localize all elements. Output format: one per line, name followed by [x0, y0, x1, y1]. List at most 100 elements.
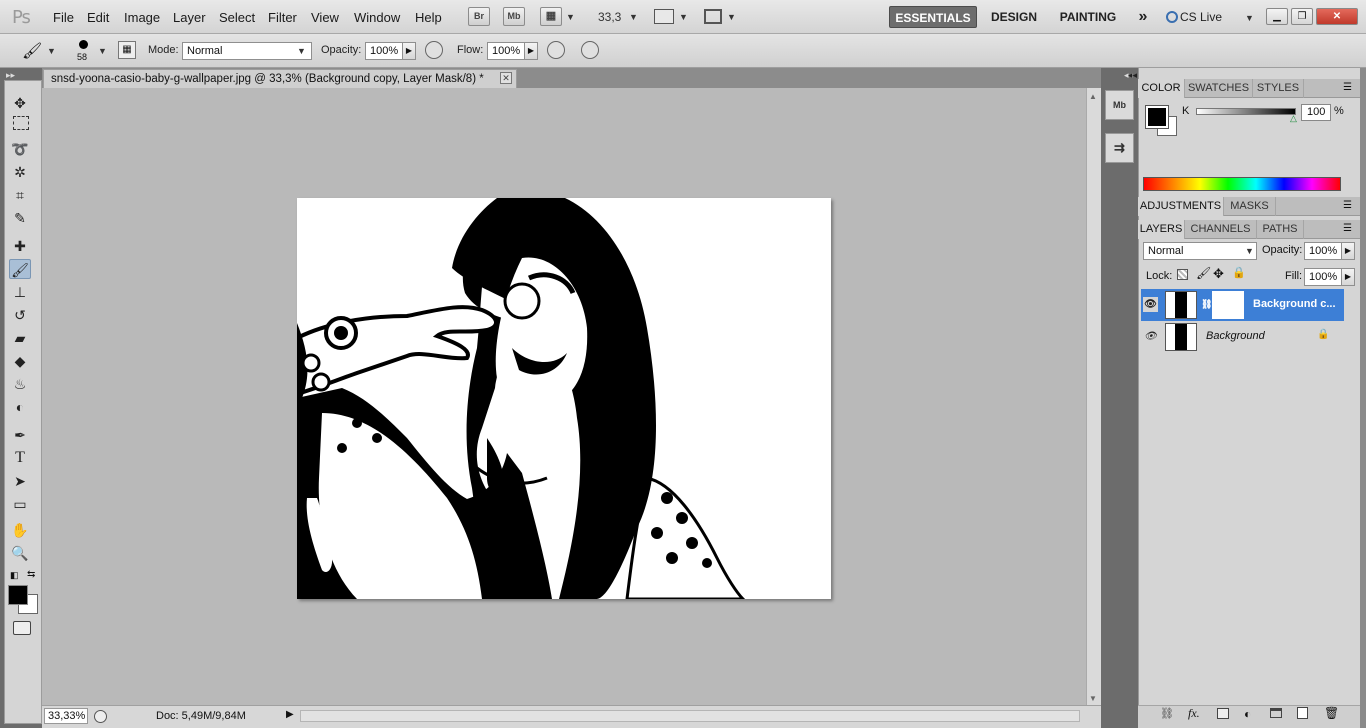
workspace-design-button[interactable]: DESIGN — [985, 6, 1043, 28]
tab-swatches[interactable]: SWATCHES — [1185, 79, 1253, 98]
tablet-pressure-size-icon[interactable] — [581, 41, 599, 59]
zoom-tool-icon[interactable]: 🔍 — [9, 543, 31, 563]
menu-select[interactable]: Select — [219, 10, 255, 25]
status-menu-arrow-icon[interactable]: ▶ — [286, 709, 294, 720]
menu-file[interactable]: File — [53, 10, 74, 25]
flow-slider-button[interactable]: ▶ — [524, 42, 538, 60]
lock-position-icon[interactable]: ✥ — [1213, 266, 1224, 282]
brush-panel-toggle-icon[interactable]: ▦ — [118, 41, 136, 59]
layer-mask-thumbnail[interactable] — [1212, 291, 1244, 319]
eraser-tool-icon[interactable]: ▰ — [9, 328, 31, 348]
chevron-down-icon[interactable]: ▼ — [629, 12, 638, 22]
vertical-scrollbar[interactable] — [1086, 88, 1101, 705]
hand-tool-icon[interactable]: ✋ — [9, 520, 31, 540]
chevron-down-icon[interactable]: ▼ — [1245, 13, 1254, 23]
brush-tool-preset-icon[interactable]: 🖌 — [22, 41, 42, 61]
blend-mode-select[interactable]: Normal — [1143, 242, 1257, 260]
fill-slider-button[interactable]: ▶ — [1341, 268, 1355, 286]
menu-window[interactable]: Window — [354, 10, 400, 25]
crop-tool-icon[interactable]: ⌗ — [9, 185, 31, 205]
pen-tool-icon[interactable]: ✒ — [9, 425, 31, 445]
scroll-up-icon[interactable]: ▲ — [1089, 92, 1097, 101]
flow-input[interactable]: 100% — [487, 42, 525, 60]
mask-link-icon[interactable]: ⛓ — [1201, 299, 1212, 310]
new-layer-icon[interactable] — [1297, 707, 1308, 719]
type-tool-icon[interactable]: T — [9, 448, 31, 468]
chevron-down-icon[interactable]: ▼ — [566, 12, 575, 22]
collapse-icons-icon[interactable]: ◂◂ — [1128, 70, 1137, 81]
healing-brush-tool-icon[interactable]: ✚ — [9, 236, 31, 256]
layer-opacity-slider-button[interactable]: ▶ — [1341, 242, 1355, 260]
default-colors-icon[interactable]: ◧ — [10, 570, 19, 581]
arrange-documents-icon[interactable] — [654, 9, 674, 24]
path-selection-tool-icon[interactable]: ➤ — [9, 471, 31, 491]
document-tab[interactable]: snsd-yoona-casio-baby-g-wallpaper.jpg @ … — [43, 69, 517, 88]
chevron-down-icon[interactable]: ▼ — [727, 12, 736, 22]
menu-filter[interactable]: Filter — [268, 10, 297, 25]
layer-name[interactable]: Background — [1206, 330, 1265, 342]
lock-image-icon[interactable]: 🖌 — [1196, 266, 1211, 280]
history-brush-tool-icon[interactable]: ↺ — [9, 305, 31, 325]
scroll-down-icon[interactable]: ▼ — [1089, 694, 1097, 703]
layer-row-background-copy[interactable]: 👁 ⛓ Background c... — [1141, 289, 1344, 321]
tab-adjustments[interactable]: ADJUSTMENTS — [1138, 197, 1224, 216]
tab-masks[interactable]: MASKS — [1224, 197, 1276, 216]
opacity-slider-button[interactable]: ▶ — [402, 42, 416, 60]
rectangle-tool-icon[interactable]: ▭ — [9, 494, 31, 514]
close-tab-icon[interactable]: ✕ — [500, 72, 512, 84]
workspace-essentials-button[interactable]: ESSENTIALS — [889, 6, 977, 28]
tablet-pressure-opacity-icon[interactable] — [425, 41, 443, 59]
quick-mask-icon[interactable] — [13, 621, 31, 635]
more-workspaces-button[interactable]: » — [1133, 6, 1153, 28]
close-button[interactable]: ✕ — [1316, 8, 1358, 25]
add-mask-icon[interactable] — [1217, 708, 1229, 719]
fill-input[interactable]: 100% — [1304, 268, 1342, 286]
slider-thumb-icon[interactable]: △ — [1290, 113, 1297, 124]
panel-menu-icon[interactable]: ☰ — [1343, 82, 1352, 93]
horizontal-scrollbar[interactable] — [300, 710, 1080, 722]
zoom-input[interactable]: 33,33% — [44, 708, 88, 724]
fg-color-swatch[interactable] — [1145, 105, 1169, 129]
k-slider[interactable] — [1196, 108, 1296, 115]
layer-opacity-input[interactable]: 100% — [1304, 242, 1342, 260]
tab-styles[interactable]: STYLES — [1253, 79, 1304, 98]
cs-live-button[interactable]: CS Live — [1180, 10, 1222, 24]
new-group-icon[interactable] — [1270, 708, 1282, 718]
brush-tool-icon[interactable]: 🖌 — [9, 259, 31, 279]
eyedropper-tool-icon[interactable]: ✎ — [9, 208, 31, 228]
tab-color[interactable]: COLOR — [1138, 79, 1185, 98]
layer-style-icon[interactable]: fx. — [1188, 706, 1200, 721]
visibility-eye-icon[interactable]: 👁 — [1143, 297, 1158, 312]
paint-bucket-tool-icon[interactable]: ◆ — [9, 351, 31, 371]
lock-transparency-icon[interactable] — [1177, 269, 1188, 280]
tab-channels[interactable]: CHANNELS — [1185, 220, 1257, 239]
quick-selection-tool-icon[interactable]: ✲ — [9, 162, 31, 182]
lasso-tool-icon[interactable]: ➰ — [9, 139, 31, 159]
layer-name[interactable]: Background c... — [1253, 298, 1343, 310]
document-image[interactable] — [297, 198, 831, 599]
lock-all-icon[interactable]: 🔒 — [1232, 266, 1246, 279]
panel-menu-icon[interactable]: ☰ — [1343, 223, 1352, 234]
visibility-eye-icon[interactable]: 👁 — [1143, 329, 1158, 344]
layer-thumbnail[interactable] — [1165, 323, 1197, 351]
panel-scrollbar[interactable] — [1360, 68, 1366, 728]
menu-help[interactable]: Help — [415, 10, 442, 25]
status-info-icon[interactable] — [94, 710, 107, 723]
screen-mode-icon[interactable] — [704, 9, 722, 24]
chevron-down-icon[interactable]: ▼ — [1245, 246, 1254, 256]
mini-bridge-button[interactable]: Mb — [503, 7, 525, 26]
clone-stamp-tool-icon[interactable]: ⊥ — [9, 282, 31, 302]
brush-preview-icon[interactable] — [79, 40, 88, 49]
opacity-input[interactable]: 100% — [365, 42, 403, 60]
move-tool-icon[interactable]: ✥ — [9, 93, 31, 113]
tab-layers[interactable]: LAYERS — [1138, 220, 1185, 239]
mini-bridge-panel-icon[interactable]: Mb — [1105, 90, 1134, 120]
workspace-painting-button[interactable]: PAINTING — [1055, 6, 1121, 28]
swap-colors-icon[interactable]: ⇆ — [27, 569, 35, 580]
extras-grid-icon[interactable]: ▦ — [540, 7, 562, 26]
chevron-down-icon[interactable]: ▼ — [98, 46, 107, 56]
adjustment-layer-icon[interactable]: ◐ — [1244, 707, 1251, 721]
marquee-tool-icon[interactable] — [13, 116, 29, 130]
delete-layer-icon[interactable]: 🗑 — [1324, 706, 1339, 720]
menu-edit[interactable]: Edit — [87, 10, 109, 25]
